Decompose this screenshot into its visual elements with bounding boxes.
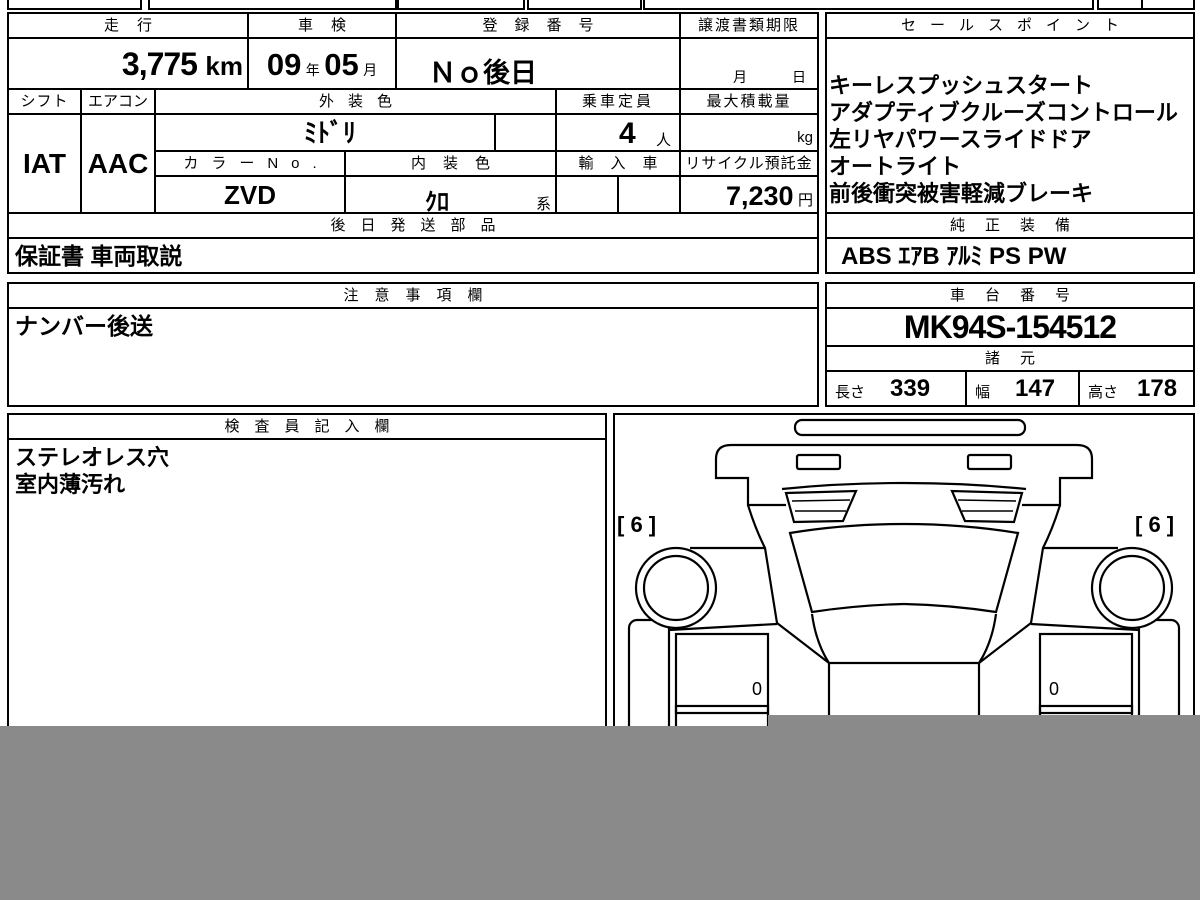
recycle-fee-cell: 7,230 円	[679, 175, 819, 214]
color-no-header: カラーNo.	[154, 150, 346, 177]
inspection-month: 05	[324, 47, 359, 82]
interior-color-header: 内装色	[344, 150, 557, 177]
aircon-header: エアコン	[80, 88, 156, 115]
max-load-header: 最大積載量	[679, 88, 819, 115]
sales-point-item: オートライト	[829, 154, 962, 179]
top-strip-cell	[1097, 0, 1143, 10]
notes-value: ナンバー後送	[7, 307, 819, 407]
transfer-month-unit: 月	[733, 69, 747, 85]
notes-header: 注意事項欄	[7, 282, 819, 309]
inspector-note-line: 室内薄汚れ	[15, 472, 126, 497]
genuine-equipment-header: 純正装備	[825, 212, 1195, 239]
color-no-value: ZVD	[154, 175, 346, 214]
mileage-header: 走行	[7, 12, 249, 39]
spec-length-value: 339	[890, 375, 931, 402]
redaction-overlay	[0, 726, 1200, 900]
auction-sheet: 走行 車検 登録番号 譲渡書類期限 3,775 km 09 年 05 月 Ｎｏ後…	[0, 0, 1200, 900]
sales-points-header: セールスポイント	[825, 12, 1195, 39]
registration-header: 登録番号	[395, 12, 681, 39]
top-strip-cell	[148, 0, 397, 10]
mileage-unit: km	[205, 51, 243, 81]
spec-length-label: 長さ	[835, 384, 866, 401]
sales-point-item: アダプティブクルーズコントロール	[829, 100, 1178, 125]
right-door-mark: 0	[1049, 679, 1060, 699]
inspection-year: 09	[266, 47, 302, 82]
recycle-fee-unit: 円	[797, 192, 813, 209]
spec-width-cell: 幅 147	[965, 370, 1080, 407]
spec-height-cell: 高さ 178	[1078, 370, 1195, 407]
sales-point-item: 前後衝突被害軽減ブレーキ	[829, 181, 1094, 206]
shift-value: IAT	[7, 113, 82, 214]
spec-width-value: 147	[1015, 375, 1056, 402]
recycle-fee-header: リサイクル預託金	[679, 150, 819, 177]
registration-number: Ｎｏ後日	[429, 58, 537, 88]
car-diagram-right-half	[902, 443, 1181, 741]
left-door-mark: 0	[752, 679, 763, 699]
top-strip-cell	[7, 0, 142, 10]
aircon-value: AAC	[80, 113, 156, 214]
registration-cell: Ｎｏ後日	[395, 37, 681, 90]
transfer-deadline-header: 譲渡書類期限	[679, 12, 819, 39]
shift-header: シフト	[7, 88, 82, 115]
transfer-deadline-cell: 月 日	[679, 37, 819, 90]
capacity-unit: 人	[656, 132, 672, 149]
interior-color-cell: ｸﾛ 系	[344, 175, 557, 216]
sales-point-item: 左リヤパワースライドドア	[829, 127, 1092, 152]
inspector-notes: ステレオレス穴 室内薄汚れ	[7, 438, 607, 758]
car-diagram	[627, 418, 1181, 741]
chassis-number: MK94S-154512	[825, 307, 1195, 347]
inspection-year-unit: 年	[305, 62, 320, 78]
inspection-month-unit: 月	[363, 62, 378, 78]
import-blank-right	[617, 175, 681, 214]
top-strip-cell	[1141, 0, 1195, 10]
exterior-color-value: ﾐﾄﾞﾘ	[154, 113, 496, 152]
left-side-marker: [ 6 ]	[617, 512, 657, 537]
capacity-cell: 4 人	[555, 113, 681, 152]
transfer-day-unit: 日	[792, 69, 806, 85]
later-parts-header: 後日発送部品	[7, 212, 819, 239]
capacity-header: 乗車定員	[555, 88, 681, 115]
right-side-marker: [ 6 ]	[1135, 512, 1175, 537]
inspection-cell: 09 年 05 月	[247, 37, 397, 90]
recycle-fee-value: 7,230	[725, 181, 794, 211]
genuine-equipment-value: ABS ｴｱB ｱﾙﾐ PS PW	[825, 237, 1195, 274]
inspector-note-line: ステレオレス穴	[15, 445, 170, 470]
import-header: 輸入車	[555, 150, 681, 177]
capacity-value: 4	[619, 117, 636, 150]
top-strip-cell	[643, 0, 1094, 10]
specs-header: 諸元	[825, 345, 1195, 372]
sales-points-list: キーレスプッシュスタート アダプティブクルーズコントロール 左リヤパワースライド…	[825, 37, 1195, 214]
chassis-header: 車台番号	[825, 282, 1195, 309]
exterior-color-blank	[494, 113, 557, 152]
mileage-cell: 3,775 km	[7, 37, 249, 90]
import-blank-left	[555, 175, 619, 214]
inspection-header: 車検	[247, 12, 397, 39]
later-parts-value: 保証書 車両取説	[7, 237, 819, 274]
top-strip-cell	[527, 0, 642, 10]
interior-color-suffix: 系	[535, 196, 551, 213]
spec-height-label: 高さ	[1088, 384, 1119, 401]
inspector-header: 検査員記入欄	[7, 413, 607, 440]
sales-point-item: キーレスプッシュスタート	[829, 73, 1094, 98]
spec-height-value: 178	[1137, 375, 1178, 402]
car-diagram-left-half	[627, 443, 906, 741]
exterior-color-header: 外装色	[154, 88, 557, 115]
max-load-cell: kg	[679, 113, 819, 152]
spec-width-label: 幅	[975, 384, 991, 401]
max-load-unit: kg	[797, 129, 813, 146]
spec-length-cell: 長さ 339	[825, 370, 967, 407]
roof-rail	[793, 418, 1027, 437]
top-strip-cell	[397, 0, 525, 10]
car-diagram-box: [ 6 ] [ 6 ] 0 0	[613, 413, 1195, 743]
mileage-value: 3,775	[121, 46, 198, 82]
